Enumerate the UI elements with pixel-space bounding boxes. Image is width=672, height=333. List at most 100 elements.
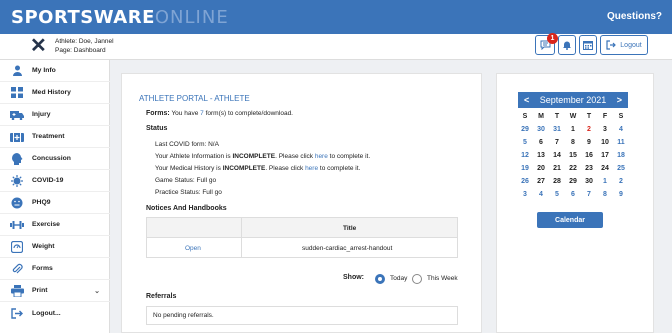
logout-icon xyxy=(606,40,617,50)
alerts-button[interactable] xyxy=(558,35,576,55)
calendar-day[interactable]: 8 xyxy=(597,188,613,201)
calendar-day[interactable]: 25 xyxy=(613,162,629,175)
sidebar-item-concussion[interactable]: Concussion xyxy=(0,148,110,170)
paperclip-icon xyxy=(10,263,24,275)
sidebar-item-logout[interactable]: Logout... xyxy=(0,302,110,324)
weekday-label: S xyxy=(618,113,624,120)
close-icon[interactable]: ✕ xyxy=(30,36,47,56)
sidebar-item-weight[interactable]: Weight xyxy=(0,236,110,258)
sidebar-item-forms[interactable]: Forms xyxy=(0,258,110,280)
calendar-day[interactable]: 23 xyxy=(581,162,597,175)
calendar-day[interactable]: 6 xyxy=(533,136,549,149)
calendar-day[interactable]: 15 xyxy=(565,149,581,162)
calendar-day[interactable]: 20 xyxy=(533,162,549,175)
brand-logo: SPORTSWAREONLINE xyxy=(11,7,229,28)
sidebar-item-treatment[interactable]: Treatment xyxy=(0,126,110,148)
calendar-day[interactable]: 26 xyxy=(517,175,533,188)
calendar-day[interactable]: 11 xyxy=(613,136,629,149)
calendar-day[interactable]: 14 xyxy=(549,149,565,162)
sidebar-item-covid-19[interactable]: COVID-19 xyxy=(0,170,110,192)
athlete-info-here-link[interactable]: here xyxy=(315,153,328,160)
calendar-button[interactable]: Calendar xyxy=(537,212,603,228)
prev-month-button[interactable]: < xyxy=(524,95,529,105)
calendar-day[interactable]: 18 xyxy=(613,149,629,162)
game-status-text: Game Status: Full go xyxy=(155,177,217,184)
calendar-day[interactable]: 2 xyxy=(613,175,629,188)
notices-table: Title Open sudden-cardiac_arrest-handout xyxy=(146,217,458,258)
calendar-day[interactable]: 29 xyxy=(565,175,581,188)
medical-history-status: Your Medical History is INCOMPLETE. Plea… xyxy=(155,165,361,172)
next-month-button[interactable]: > xyxy=(617,95,622,105)
calendar-day[interactable]: 22 xyxy=(565,162,581,175)
logout-button[interactable]: Logout xyxy=(600,35,648,55)
sidebar-item-my-info[interactable]: My Info xyxy=(0,60,110,82)
table-divider xyxy=(241,218,242,257)
sidebar-item-exercise[interactable]: Exercise xyxy=(0,214,110,236)
calendar-day[interactable]: 8 xyxy=(565,136,581,149)
calendar-day[interactable]: 9 xyxy=(613,188,629,201)
calendar-day[interactable]: 4 xyxy=(613,123,629,136)
calendar-day[interactable]: 3 xyxy=(597,123,613,136)
calendar-day[interactable]: 30 xyxy=(581,175,597,188)
calendar-day[interactable]: 7 xyxy=(549,136,565,149)
athlete-name: Athlete: Doe, Jannel xyxy=(55,38,114,45)
notices-heading: Notices And Handbooks xyxy=(146,205,227,212)
calendar-day[interactable]: 28 xyxy=(549,175,565,188)
calendar-day[interactable]: 29 xyxy=(517,123,533,136)
calendar-week-row: 29 30 31 1 2 3 4 xyxy=(517,123,629,136)
sidebar-item-injury[interactable]: Injury xyxy=(0,104,110,126)
bell-icon xyxy=(563,41,571,50)
calendar-day[interactable]: 19 xyxy=(517,162,533,175)
sidebar-item-phq9[interactable]: PHQ9 xyxy=(0,192,110,214)
open-link[interactable]: Open xyxy=(185,245,201,252)
scale-icon xyxy=(10,240,24,253)
virus-icon xyxy=(10,174,24,187)
calendar-panel: < September 2021 > S M T W T F S 29 30 31 1 2 3 4 5 6 7 8… xyxy=(496,73,654,333)
last-covid-text: Last COVID form: N/A xyxy=(155,141,219,148)
calendar-day[interactable]: 31 xyxy=(549,123,565,136)
calendar-day[interactable]: 1 xyxy=(565,123,581,136)
sidebar-item-print[interactable]: Print ⌄ xyxy=(0,280,110,302)
calendar-day[interactable]: 2 xyxy=(581,123,597,136)
calendar-day[interactable]: 5 xyxy=(549,188,565,201)
medical-history-here-link[interactable]: here xyxy=(305,165,318,172)
questions-link[interactable]: Questions? xyxy=(607,11,662,22)
calendar-day[interactable]: 16 xyxy=(581,149,597,162)
calendar-day[interactable]: 21 xyxy=(549,162,565,175)
calendar-header-button[interactable] xyxy=(579,35,597,55)
chevron-down-icon[interactable]: ⌄ xyxy=(94,287,100,295)
referrals-box: No pending referrals. xyxy=(146,306,458,325)
calendar-day[interactable]: 5 xyxy=(517,136,533,149)
forms-summary: Forms: You have 7 form(s) to complete/do… xyxy=(146,110,293,117)
calendar-week-row: 26 27 28 29 30 1 2 xyxy=(517,175,629,188)
calendar-day[interactable]: 4 xyxy=(533,188,549,201)
sidebar: My Info Med History Injury Treatment Con… xyxy=(0,60,110,333)
face-icon xyxy=(10,197,24,209)
no-referrals-text: No pending referrals. xyxy=(153,312,214,319)
calendar-day[interactable]: 17 xyxy=(597,149,613,162)
calendar-day[interactable]: 12 xyxy=(517,149,533,162)
forms-count-link[interactable]: 7 xyxy=(200,110,204,117)
calendar-header: < September 2021 > xyxy=(518,92,628,108)
calendar-day[interactable]: 1 xyxy=(597,175,613,188)
calendar-day[interactable]: 30 xyxy=(533,123,549,136)
referrals-heading: Referrals xyxy=(146,293,177,300)
calendar-day[interactable]: 9 xyxy=(581,136,597,149)
weekday-label: T xyxy=(554,113,560,120)
sidebar-item-med-history[interactable]: Med History xyxy=(0,82,110,104)
top-bar: SPORTSWAREONLINE Questions? xyxy=(0,0,672,34)
calendar-day[interactable]: 13 xyxy=(533,149,549,162)
calendar-week-row: 3456789 xyxy=(517,188,629,201)
calendar-day[interactable]: 6 xyxy=(565,188,581,201)
today-radio[interactable] xyxy=(375,274,385,284)
this-week-radio[interactable] xyxy=(412,274,422,284)
calendar-day[interactable]: 24 xyxy=(597,162,613,175)
weekday-label: T xyxy=(586,113,592,120)
calendar-day[interactable]: 10 xyxy=(597,136,613,149)
page-name: Page: Dashboard xyxy=(55,47,106,54)
calendar-day[interactable]: 27 xyxy=(533,175,549,188)
weekday-label: S xyxy=(522,113,528,120)
column-header-title: Title xyxy=(343,225,357,232)
calendar-day[interactable]: 7 xyxy=(581,188,597,201)
calendar-day[interactable]: 3 xyxy=(517,188,533,201)
